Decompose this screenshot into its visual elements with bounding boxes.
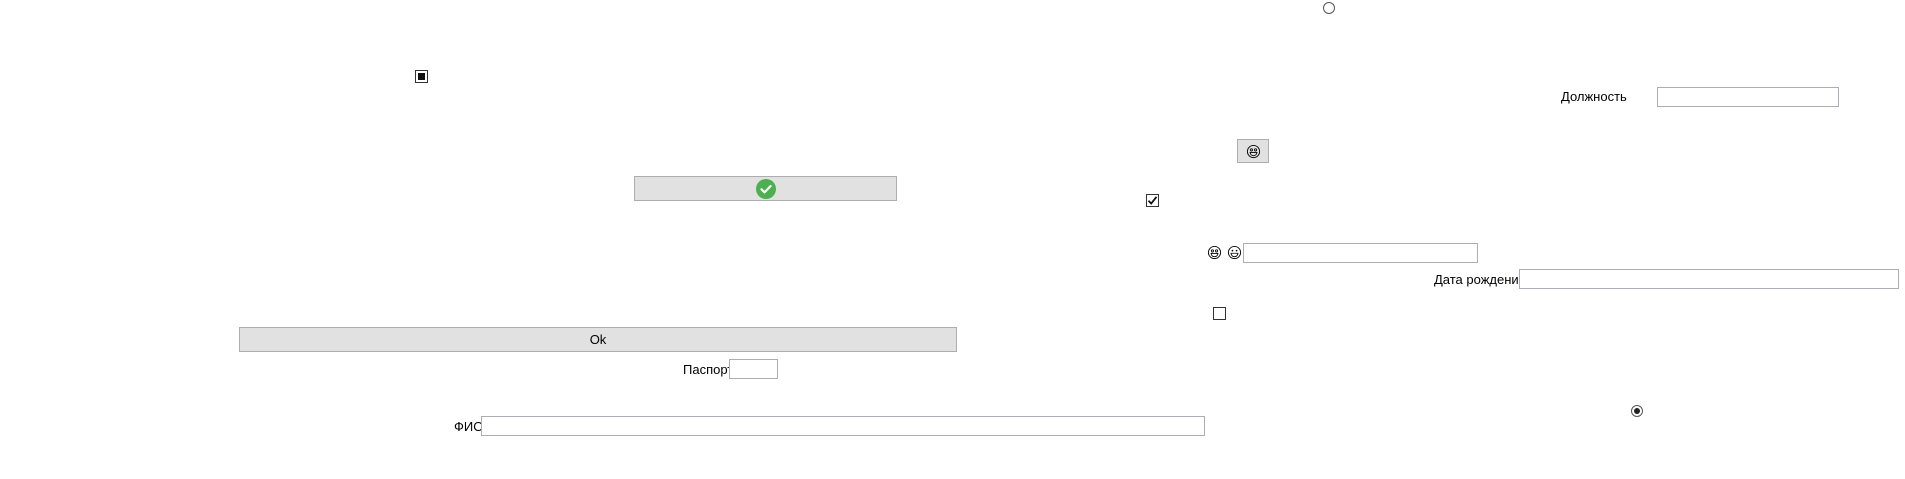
grinning-face-icon: [1246, 144, 1260, 158]
emoji-button[interactable]: [1237, 139, 1269, 163]
birth-date-label: Дата рождения: [1434, 272, 1526, 287]
ok-button[interactable]: Ok: [239, 327, 957, 352]
passport-input[interactable]: [729, 359, 778, 379]
checked-checkbox[interactable]: [1146, 194, 1159, 207]
radio-top[interactable]: [1323, 2, 1335, 14]
grinning-face-icon: [1207, 245, 1222, 260]
indeterminate-checkbox[interactable]: [415, 70, 428, 83]
full-name-input[interactable]: [481, 416, 1205, 436]
confirm-button[interactable]: [634, 176, 897, 201]
position-input[interactable]: [1657, 87, 1839, 107]
full-name-label: ФИО: [454, 419, 484, 434]
passport-label: Паспорт: [683, 362, 734, 377]
position-label: Должность: [1561, 89, 1627, 104]
radio-selected-dot: [1634, 408, 1640, 414]
checkmark-icon: [1147, 196, 1158, 205]
indeterminate-mark: [418, 73, 425, 80]
grinning-face-icon: [1227, 245, 1242, 260]
check-circle-icon: [755, 178, 776, 199]
emoji-input[interactable]: [1243, 243, 1478, 263]
unchecked-checkbox[interactable]: [1213, 307, 1226, 320]
ok-button-label: Ok: [589, 332, 607, 347]
radio-bottom[interactable]: [1631, 405, 1643, 417]
birth-date-input[interactable]: [1519, 269, 1899, 289]
